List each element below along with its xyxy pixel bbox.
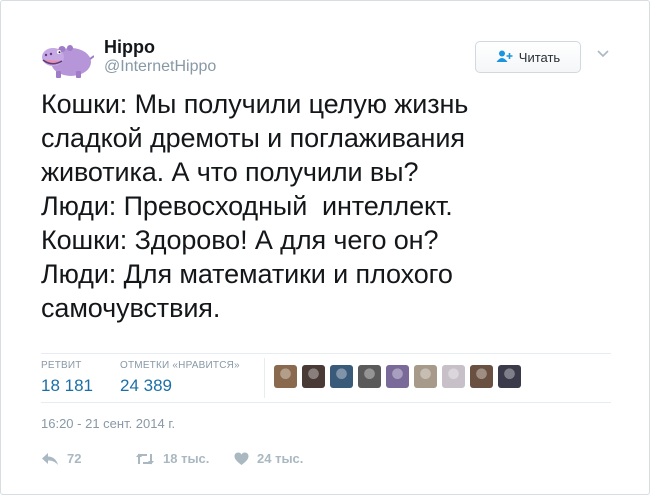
follow-button[interactable]: Читать [475,41,581,73]
liker-avatars [274,365,521,388]
stats-separator [264,358,265,398]
follow-button-label: Читать [518,49,561,65]
chevron-down-icon[interactable] [595,47,611,61]
tweet-card: Hippo @InternetHippo Читать Кошки: Мы по… [0,0,650,495]
hippo-avatar-icon[interactable] [40,40,95,80]
reply-icon [41,452,59,466]
retweets-count[interactable]: 18 181 [41,376,93,396]
like-count: 24 тыс. [257,451,304,466]
liker-avatar[interactable] [414,365,437,388]
liker-avatar[interactable] [302,365,325,388]
user-handle[interactable]: @InternetHippo [104,58,216,76]
user-display-name[interactable]: Hippo [104,37,155,58]
liker-avatar[interactable] [498,365,521,388]
divider-top [41,353,611,354]
retweet-count: 18 тыс. [163,451,210,466]
liker-avatar[interactable] [470,365,493,388]
tweet-timestamp[interactable]: 16:20 - 21 сент. 2014 г. [41,416,175,431]
reply-count: 72 [67,451,82,466]
retweets-label: РЕТВИТ [41,360,82,371]
liker-avatar[interactable] [358,365,381,388]
likes-count[interactable]: 24 389 [120,376,172,396]
retweet-icon [135,452,155,466]
follow-user-icon [496,50,513,65]
liker-avatar[interactable] [330,365,353,388]
liker-avatar[interactable] [274,365,297,388]
liker-avatar[interactable] [386,365,409,388]
tweet-text: Кошки: Мы получили целую жизнь сладкой д… [41,89,469,323]
reply-button[interactable]: 72 [41,451,81,466]
liker-avatar[interactable] [442,365,465,388]
like-button[interactable]: 24 тыс. [234,451,303,466]
heart-icon [234,452,249,466]
retweet-button[interactable]: 18 тыс. [135,451,209,466]
divider-bottom [41,402,611,403]
likes-label: ОТМЕТКИ «НРАВИТСЯ» [120,360,240,371]
